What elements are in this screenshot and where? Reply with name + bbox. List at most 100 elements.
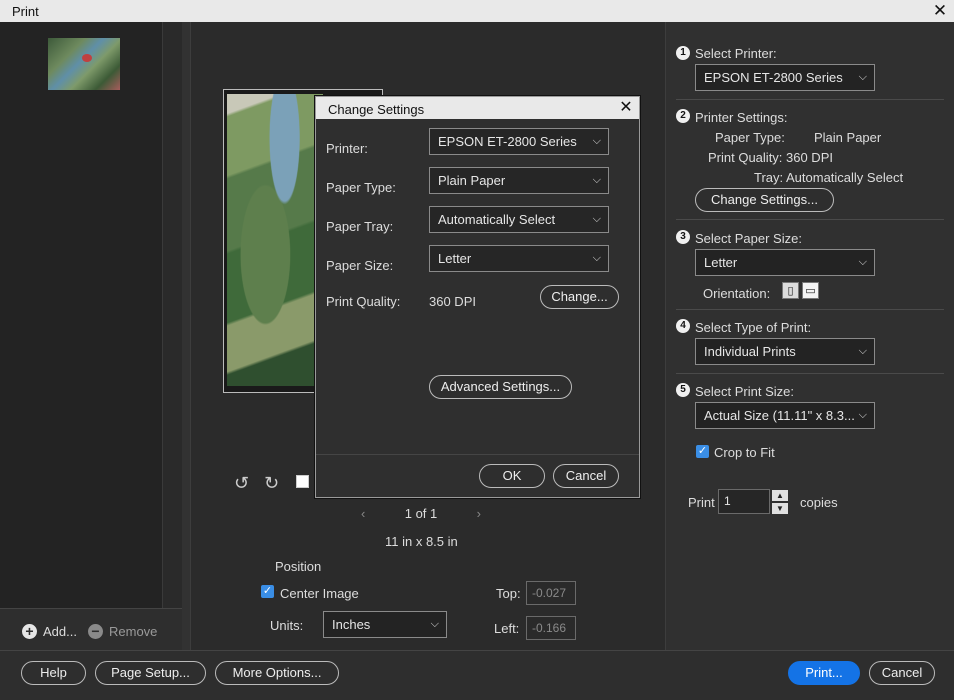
printer-select[interactable]: EPSON ET-2800 Series ⌵	[695, 64, 875, 91]
rotate-right-icon[interactable]: ↻	[264, 474, 282, 492]
crop-to-fit-checkbox[interactable]: ✓	[696, 445, 709, 458]
divider	[676, 99, 944, 100]
divider	[676, 373, 944, 374]
dialog-paper-type-select[interactable]: Plain Paper ⌵	[429, 167, 609, 194]
more-options-button[interactable]: More Options...	[215, 661, 339, 685]
help-button[interactable]: Help	[21, 661, 86, 685]
settings-panel: 1 Select Printer: EPSON ET-2800 Series ⌵…	[666, 22, 954, 650]
thumbnail-footer: + Add... − Remove	[0, 608, 182, 650]
units-value: Inches	[332, 617, 371, 632]
chevron-down-icon: ⌵	[430, 618, 439, 630]
dialog-printer-select[interactable]: EPSON ET-2800 Series ⌵	[429, 128, 609, 155]
step-3-badge: 3	[676, 230, 690, 244]
next-page-icon[interactable]: ›	[477, 506, 481, 521]
page-setup-button[interactable]: Page Setup...	[95, 661, 206, 685]
print-type-select[interactable]: Individual Prints ⌵	[695, 338, 875, 365]
copies-label: copies	[800, 495, 838, 510]
change-quality-button[interactable]: Change...	[540, 285, 619, 309]
prev-page-icon[interactable]: ‹	[361, 506, 365, 521]
dialog-print-quality-label: Print Quality:	[326, 294, 401, 309]
add-label: Add...	[43, 624, 77, 639]
print-size-select[interactable]: Actual Size (11.11" x 8.3... ⌵	[695, 402, 875, 429]
position-heading: Position	[275, 559, 322, 574]
dialog-cancel-button[interactable]: Cancel	[553, 464, 619, 488]
close-icon[interactable]: ✕	[930, 1, 950, 21]
dialog-title: Change Settings	[328, 102, 425, 117]
chevron-down-icon: ⌵	[592, 213, 601, 225]
left-offset-field[interactable]: -0.166	[526, 616, 576, 640]
plus-icon: +	[22, 624, 37, 639]
select-paper-size-label: Select Paper Size:	[695, 231, 802, 246]
page-dimensions: 11 in x 8.5 in	[385, 534, 458, 549]
cancel-button[interactable]: Cancel	[869, 661, 935, 685]
increment-icon[interactable]: ▲	[772, 490, 788, 501]
dialog-paper-tray-select[interactable]: Automatically Select ⌵	[429, 206, 609, 233]
print-size-value: Actual Size (11.11" x 8.3...	[704, 408, 855, 423]
change-settings-button[interactable]: Change Settings...	[695, 188, 834, 212]
portrait-orientation-icon[interactable]: ▯	[782, 282, 799, 299]
divider	[316, 454, 639, 455]
crop-to-fit-label: Crop to Fit	[714, 445, 775, 460]
dialog-paper-type-value: Plain Paper	[438, 173, 506, 188]
close-icon[interactable]: ✕	[617, 98, 635, 118]
remove-label: Remove	[109, 624, 158, 639]
chevron-down-icon: ⌵	[858, 409, 867, 421]
tray-value: Automatically Select	[786, 170, 904, 185]
dialog-print-quality-value: 360 DPI	[429, 294, 476, 309]
thumbnail-scrollbar[interactable]	[162, 22, 182, 608]
window-titlebar: Print ✕	[0, 0, 954, 22]
photo-thumbnail[interactable]	[48, 38, 120, 90]
print-type-value: Individual Prints	[704, 344, 796, 359]
chevron-down-icon: ⌵	[592, 135, 601, 147]
paper-size-select[interactable]: Letter ⌵	[695, 249, 875, 276]
page-navigator: ‹ 1 of 1 ›	[361, 506, 481, 521]
preview-option-checkbox[interactable]	[296, 475, 309, 488]
preview-image	[227, 94, 323, 386]
dialog-titlebar: Change Settings ✕	[316, 97, 639, 119]
bottom-bar: Help Page Setup... More Options... Print…	[0, 650, 954, 700]
center-image-checkbox[interactable]: ✓	[261, 585, 274, 598]
step-1-badge: 1	[676, 46, 690, 60]
advanced-settings-button[interactable]: Advanced Settings...	[429, 375, 572, 399]
remove-button[interactable]: − Remove	[88, 624, 157, 639]
orientation-label: Orientation:	[703, 286, 771, 301]
copies-field[interactable]: 1	[718, 489, 770, 514]
decrement-icon[interactable]: ▼	[772, 503, 788, 514]
landscape-orientation-icon[interactable]: ▭	[802, 282, 819, 299]
top-offset-field[interactable]: -0.027	[526, 581, 576, 605]
thumbnail-panel: + Add... − Remove	[0, 22, 182, 650]
add-button[interactable]: + Add...	[22, 624, 77, 639]
dialog-paper-size-select[interactable]: Letter ⌵	[429, 245, 609, 272]
step-4-badge: 4	[676, 319, 690, 333]
chevron-down-icon: ⌵	[858, 71, 867, 83]
printer-value: EPSON ET-2800 Series	[704, 70, 843, 85]
top-label: Top:	[496, 586, 521, 601]
left-label: Left:	[494, 621, 520, 636]
center-image-label: Center Image	[280, 586, 359, 601]
print-copies-label: Print	[688, 495, 715, 510]
print-quality-label: Print Quality:	[708, 150, 783, 165]
dialog-paper-size-label: Paper Size:	[326, 258, 394, 273]
dialog-printer-value: EPSON ET-2800 Series	[438, 134, 577, 149]
copies-stepper[interactable]: ▲ ▼	[772, 490, 788, 514]
dialog-paper-tray-label: Paper Tray:	[326, 219, 394, 234]
print-button[interactable]: Print...	[788, 661, 860, 685]
divider	[676, 219, 944, 220]
step-2-badge: 2	[676, 109, 690, 123]
dialog-printer-label: Printer:	[326, 141, 368, 156]
units-select[interactable]: Inches ⌵	[323, 611, 447, 638]
dialog-paper-size-value: Letter	[438, 251, 472, 266]
rotate-left-icon[interactable]: ↺	[234, 474, 252, 492]
select-print-size-label: Select Print Size:	[695, 384, 794, 399]
dialog-paper-type-label: Paper Type:	[326, 180, 396, 195]
window-title: Print	[12, 4, 39, 19]
select-printer-label: Select Printer:	[695, 46, 777, 61]
minus-icon: −	[88, 624, 103, 639]
printer-settings-label: Printer Settings:	[695, 110, 788, 125]
dialog-ok-button[interactable]: OK	[479, 464, 545, 488]
units-label: Units:	[270, 618, 304, 633]
tray-label: Tray:	[754, 170, 784, 185]
paper-type-label: Paper Type:	[715, 130, 785, 145]
divider	[676, 309, 944, 310]
step-5-badge: 5	[676, 383, 690, 397]
